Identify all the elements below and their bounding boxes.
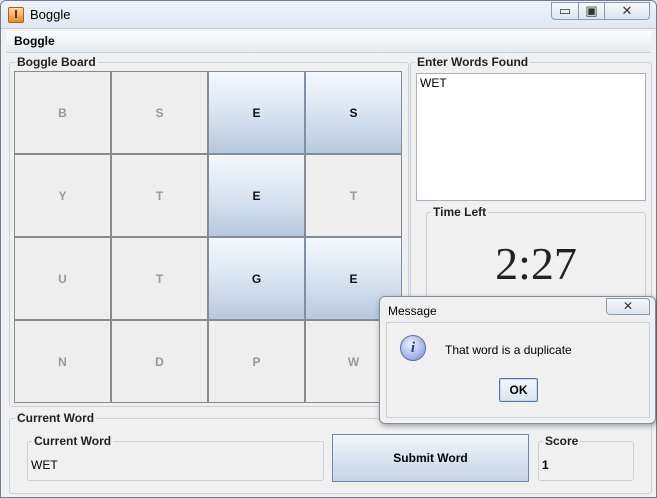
board-tile[interactable]: B — [14, 71, 111, 154]
time-left-value: 2:27 — [495, 238, 577, 289]
close-icon: ✕ — [622, 299, 634, 313]
current-word-value: WET — [31, 458, 58, 472]
window-title: Boggle — [30, 7, 71, 22]
maximize-button[interactable]: ▣ — [578, 2, 605, 20]
board-tile[interactable]: S — [111, 71, 208, 154]
board-tile[interactable]: P — [208, 320, 305, 403]
ok-button[interactable]: OK — [499, 378, 538, 402]
current-word-inner-label: Current Word — [32, 434, 114, 448]
dialog-body: i That word is a duplicate OK — [386, 322, 650, 418]
dialog-close-button[interactable]: ✕ — [606, 298, 650, 315]
close-button[interactable]: ✕ — [604, 2, 650, 20]
board-tile[interactable]: E — [208, 71, 305, 154]
minimize-button[interactable]: ▭ — [551, 2, 579, 20]
dialog-title: Message — [388, 304, 437, 318]
board-tile[interactable]: U — [14, 237, 111, 320]
time-left-label: Time Left — [431, 205, 489, 219]
board-tile[interactable]: T — [111, 154, 208, 237]
java-app-icon — [8, 7, 24, 23]
words-found-label: Enter Words Found — [415, 55, 531, 69]
minimize-icon: ▭ — [558, 3, 572, 18]
board-tile[interactable]: E — [208, 154, 305, 237]
board-tile[interactable]: D — [111, 320, 208, 403]
board-tile[interactable]: T — [305, 154, 402, 237]
title-bar[interactable]: Boggle ▭ ▣ ✕ — [1, 1, 656, 29]
score-label: Score — [543, 434, 581, 448]
boggle-board-label: Boggle Board — [15, 55, 98, 69]
board-tile[interactable]: T — [111, 237, 208, 320]
menu-boggle[interactable]: Boggle — [14, 34, 55, 48]
menu-bar: Boggle — [6, 31, 651, 53]
score-value: 1 — [542, 458, 549, 472]
board-tile[interactable]: Y — [14, 154, 111, 237]
board-tile[interactable]: N — [14, 320, 111, 403]
board-tile[interactable]: S — [305, 71, 402, 154]
dialog-message: That word is a duplicate — [445, 343, 572, 357]
maximize-icon: ▣ — [585, 3, 598, 18]
board-tile[interactable]: G — [208, 237, 305, 320]
submit-word-button[interactable]: Submit Word — [332, 434, 529, 482]
boggle-board: BSESYTETUTGENDPW — [14, 71, 404, 405]
words-found-textarea[interactable]: WET — [416, 73, 646, 201]
message-dialog: Message ✕ i That word is a duplicate OK — [379, 296, 656, 424]
current-word-group-label: Current Word — [15, 411, 97, 425]
info-icon: i — [400, 335, 426, 361]
close-icon: ✕ — [621, 3, 633, 18]
